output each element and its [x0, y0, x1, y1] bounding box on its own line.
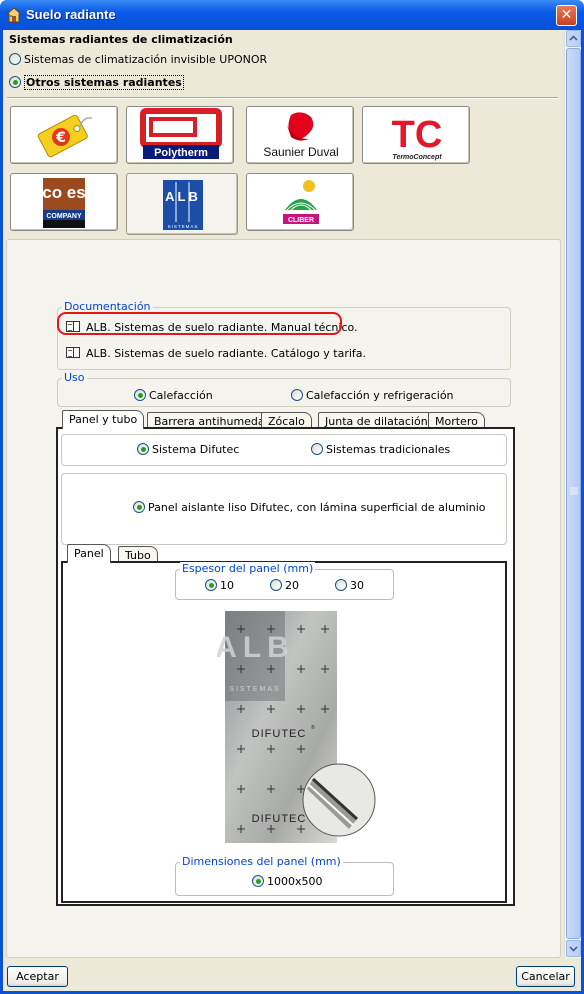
radio-circle[interactable] [133, 501, 145, 513]
vertical-scrollbar[interactable] [564, 30, 581, 958]
panel-alb-text: ALB [217, 631, 295, 664]
termoconcept-text: TermoConcept [392, 154, 442, 161]
book-icon [66, 347, 80, 358]
radio-calefaccion-refrigeracion[interactable]: Calefacción y refrigeración [291, 389, 454, 402]
euro-tag-icon: € [37, 114, 93, 158]
button-bar: Aceptar Cancelar [3, 958, 581, 991]
radio-circle[interactable] [291, 389, 303, 401]
manufacturer-button-alb[interactable]: ALB SISTEMAS [126, 173, 238, 235]
radio-espesor-20[interactable]: 20 [270, 579, 299, 592]
panel-difutec-text: DIFUTEC [252, 728, 307, 740]
radio-otros[interactable]: Otros sistemas radiantes [9, 75, 184, 90]
radio-circle[interactable] [205, 579, 217, 591]
radio-espesor-10[interactable]: 10 [205, 579, 234, 592]
radio-circle[interactable] [137, 443, 149, 455]
scroll-area: Sistemas radiantes de climatización Sist… [3, 30, 564, 958]
saunier-duval-logo-icon: Saunier Duval [263, 112, 339, 159]
doc-link-catalogo[interactable]: ALB. Sistemas de suelo radiante. Catálog… [66, 347, 366, 360]
uso-title: Uso [62, 371, 87, 384]
polytherm-logo-icon: Polytherm [140, 108, 222, 159]
cliber-text: CLIBER [288, 217, 314, 224]
radio-circle[interactable] [335, 579, 347, 591]
espesor-title: Espesor del panel (mm) [180, 562, 316, 575]
euro-symbol: € [55, 130, 66, 146]
radio-calefaccion[interactable]: Calefacción [134, 389, 213, 402]
coes-text: co es [42, 183, 85, 202]
alb-sub-text: SISTEMAS [168, 224, 199, 229]
radio-uponor[interactable]: Sistemas de climatización invisible UPON… [9, 53, 267, 66]
radio-espesor-30[interactable]: 30 [335, 579, 364, 592]
panel-alb-sub-text: SISTEMAS [229, 686, 280, 693]
subtab-panel[interactable]: Panel [67, 544, 111, 563]
scroll-down-button[interactable] [566, 940, 581, 957]
dialog-body: Sistemas radiantes de climatización Sist… [3, 30, 581, 991]
polytherm-text: Polytherm [154, 147, 208, 159]
difutec-panel-image: ALB SISTEMAS DIFUTEC ® DIFUTEC ® [217, 611, 376, 843]
grip-icon [570, 487, 578, 495]
highlight-annotation [57, 312, 342, 335]
close-button[interactable]: ✕ [556, 5, 577, 26]
dimensiones-title: Dimensiones del panel (mm) [180, 855, 343, 868]
chevron-up-icon [569, 35, 578, 41]
radio-panel-aislante[interactable]: Panel aislante liso Difutec, con lámina … [133, 501, 485, 514]
cliber-logo-icon: CLIBER [283, 180, 319, 224]
radio-circle[interactable] [9, 76, 21, 88]
scroll-thumb[interactable] [566, 48, 581, 939]
window-title: Suelo radiante [26, 7, 116, 22]
tc-text: TC [392, 114, 443, 156]
accept-button[interactable]: Aceptar [7, 966, 68, 987]
window: Suelo radiante ✕ Sistemas radiantes de c… [0, 0, 584, 994]
cancel-button[interactable]: Cancelar [516, 966, 575, 987]
section-title: Sistemas radiantes de climatización [9, 33, 233, 46]
radio-circle[interactable] [311, 443, 323, 455]
separator [7, 97, 558, 99]
alb-text: ALB [165, 189, 201, 204]
radio-sistemas-tradicionales[interactable]: Sistemas tradicionales [311, 443, 450, 456]
house-icon [6, 7, 22, 23]
manufacturer-button-polytherm[interactable]: Polytherm [126, 106, 234, 164]
saunier-duval-text: Saunier Duval [263, 145, 338, 159]
manufacturer-button-termoconcept[interactable]: TC TermoConcept [362, 106, 470, 164]
termoconcept-logo-icon: TC TermoConcept [392, 114, 443, 161]
radio-circle[interactable] [270, 579, 282, 591]
radio-circle[interactable] [134, 389, 146, 401]
panel-difutec-mark-1: ® [311, 724, 315, 731]
coes-logo-icon: co es COMPANY [42, 178, 86, 228]
radio-dimension-1000x500[interactable]: 1000x500 [252, 875, 323, 888]
manufacturer-button-euro[interactable]: € [10, 106, 118, 164]
manufacturer-button-coes[interactable]: co es COMPANY [10, 173, 118, 231]
alb-logo-icon: ALB SISTEMAS [163, 180, 203, 230]
scroll-up-button[interactable] [566, 30, 581, 47]
radio-sistema-difutec[interactable]: Sistema Difutec [137, 443, 239, 456]
chevron-down-icon [569, 946, 578, 952]
title-bar[interactable]: Suelo radiante ✕ [0, 0, 584, 30]
radio-circle[interactable] [252, 875, 264, 887]
manufacturer-button-saunier-duval[interactable]: Saunier Duval [246, 106, 354, 164]
tab-panel-y-tubo[interactable]: Panel y tubo [62, 410, 145, 429]
panel-difutec-text-2: DIFUTEC [252, 813, 307, 825]
radio-circle[interactable] [9, 53, 21, 65]
manufacturer-button-cliber[interactable]: CLIBER [246, 173, 354, 231]
coes-company-text: COMPANY [46, 213, 82, 220]
